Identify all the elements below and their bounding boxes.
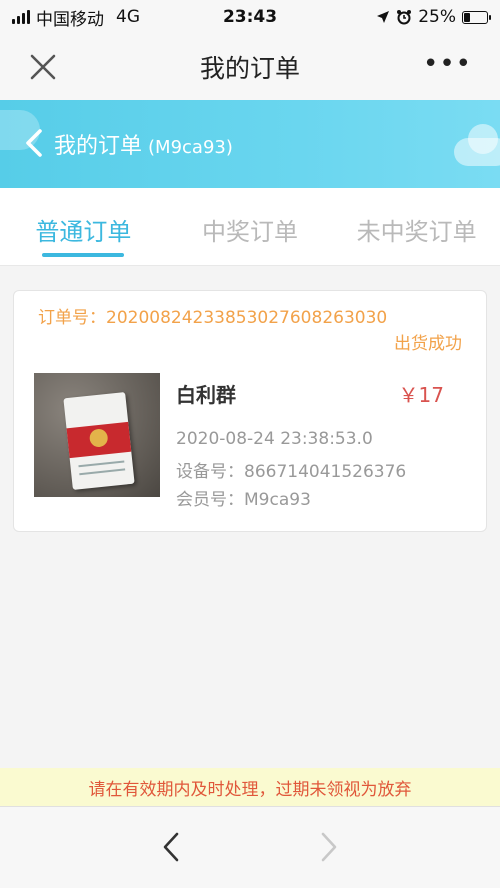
location-icon <box>377 11 390 23</box>
order-card[interactable]: 订单号：20200824233853027608263030 出货成功 白利群 … <box>13 290 487 532</box>
status-bar: 中国移动 4G 23:43 25% <box>0 0 500 34</box>
cloud-decoration <box>454 124 500 166</box>
browser-back-icon[interactable] <box>160 831 182 863</box>
banner-title-text: 我的订单 <box>54 134 143 159</box>
status-right: 25% <box>376 7 491 27</box>
nav-bar: 我的订单 ••• <box>0 34 500 100</box>
carrier-label: 中国移动 <box>36 9 104 30</box>
device-number-label: 设备号： <box>176 462 244 482</box>
product-image <box>34 373 160 497</box>
order-status: 出货成功 <box>394 334 462 354</box>
signal-icon <box>12 10 30 24</box>
tab-winning-orders[interactable]: 中奖订单 <box>167 188 334 265</box>
network-label: 4G <box>116 7 140 27</box>
banner-member-id: (M9ca93) <box>148 137 233 158</box>
back-arrow-icon[interactable] <box>22 128 46 158</box>
battery-percent: 25% <box>418 7 456 27</box>
product-price: ￥17 <box>398 383 444 407</box>
tab-losing-orders[interactable]: 未中奖订单 <box>333 188 500 265</box>
order-number: 订单号：20200824233853027608263030 <box>38 303 387 328</box>
order-number-label: 订单号： <box>38 308 106 328</box>
more-icon[interactable]: ••• <box>423 51 472 77</box>
page-title: 我的订单 <box>199 54 300 83</box>
cigarette-pack-image <box>63 392 135 490</box>
status-left: 中国移动 4G <box>12 5 140 30</box>
order-number-value: 20200824233853027608263030 <box>106 308 388 328</box>
device-number-value: 866714041526376 <box>244 462 407 482</box>
device-number: 设备号：866714041526376 <box>176 457 406 482</box>
header-banner: 我的订单 (M9ca93) <box>0 100 500 188</box>
member-number: 会员号：M9ca93 <box>176 485 311 510</box>
order-tabs: 普通订单 中奖订单 未中奖订单 <box>0 188 500 266</box>
alarm-icon <box>397 10 412 25</box>
battery-icon <box>462 10 491 24</box>
product-name: 白利群 <box>176 383 236 407</box>
close-icon[interactable] <box>28 52 58 82</box>
member-number-label: 会员号： <box>176 490 244 510</box>
tab-normal-orders[interactable]: 普通订单 <box>0 188 167 265</box>
member-number-value: M9ca93 <box>244 490 311 510</box>
expiry-notice: 请在有效期内及时处理，过期未领视为放弃 <box>0 768 500 806</box>
banner-title: 我的订单 (M9ca93) <box>54 128 233 160</box>
order-time: 2020-08-24 23:38:53.0 <box>176 429 373 449</box>
browser-forward-icon[interactable] <box>318 831 340 863</box>
browser-toolbar <box>0 806 500 888</box>
